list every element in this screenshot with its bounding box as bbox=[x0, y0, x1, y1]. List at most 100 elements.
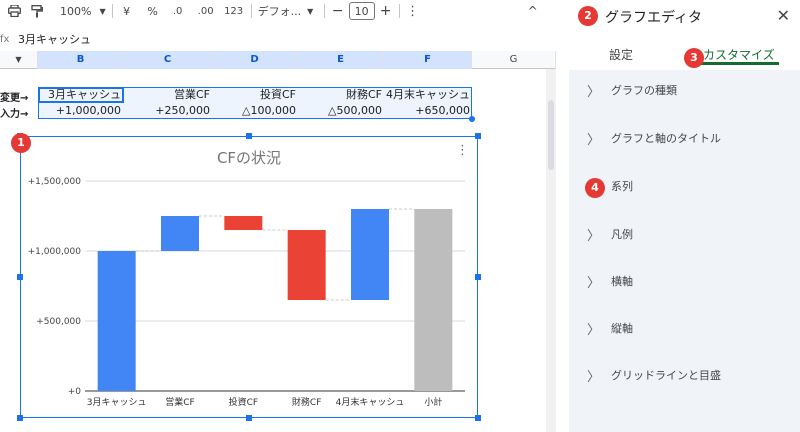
caret-down-icon: ▼ bbox=[307, 6, 314, 16]
caret-down-icon: ▼ bbox=[15, 55, 22, 64]
cell-e-header[interactable]: 財務CF bbox=[298, 87, 382, 103]
decrease-decimal-button[interactable]: .0 bbox=[167, 2, 189, 20]
paint-format-icon[interactable] bbox=[28, 2, 46, 20]
tab-customize[interactable]: カスタマイズ bbox=[703, 46, 775, 63]
formula-content[interactable]: 3月キャッシュ bbox=[18, 31, 91, 47]
section-vertical-axis[interactable]: 〉縦軸 bbox=[569, 308, 800, 348]
x-tick-label: 投資CF bbox=[229, 396, 258, 408]
cell-b-value[interactable]: +1,000,000 bbox=[38, 103, 121, 119]
section-label: グリッドラインと目盛 bbox=[611, 369, 721, 382]
section-horizontal-axis[interactable]: 〉横軸 bbox=[569, 261, 800, 301]
y-tick-label: +1,500,000 bbox=[28, 177, 82, 187]
section-label: 系列 bbox=[611, 180, 633, 193]
column-header-g[interactable]: G bbox=[472, 51, 556, 69]
zoom-select[interactable]: 100% ▼ bbox=[60, 2, 106, 20]
chevron-right-icon: 〉 bbox=[587, 228, 601, 244]
chart-bar bbox=[97, 251, 136, 391]
section-legend[interactable]: 〉凡例 bbox=[569, 214, 800, 254]
resize-handle-n[interactable] bbox=[246, 133, 252, 139]
resize-handle-e[interactable] bbox=[475, 274, 481, 280]
cell-d-value[interactable]: △100,000 bbox=[212, 103, 296, 119]
y-tick-label: +0 bbox=[68, 387, 82, 397]
chart-bar bbox=[414, 209, 453, 391]
chart-menu-icon[interactable]: ⋮ bbox=[456, 143, 469, 158]
column-header-e[interactable]: E bbox=[298, 51, 384, 69]
currency-button[interactable]: ¥ bbox=[119, 2, 135, 20]
fill-handle[interactable] bbox=[469, 116, 475, 122]
toolbar: 100% ▼ ¥ % .0 .00 123 デフォ... ▼ − 10 + ⋮ ^ bbox=[0, 0, 556, 22]
row-label-change: 変更→ bbox=[0, 93, 29, 104]
chart-bar bbox=[161, 216, 199, 251]
formula-bar: fx 3月キャッシュ bbox=[0, 30, 556, 48]
resize-handle-w[interactable] bbox=[17, 274, 23, 280]
chevron-right-icon: 〉 bbox=[587, 84, 601, 100]
section-label: 縦軸 bbox=[611, 322, 633, 335]
number-format-button[interactable]: 123 bbox=[223, 2, 245, 20]
section-label: 横軸 bbox=[611, 275, 633, 288]
chart-bar bbox=[351, 209, 389, 300]
column-headers: ▼ B C D E F G bbox=[0, 51, 556, 69]
cell-c-header[interactable]: 営業CF bbox=[124, 87, 210, 103]
cell-d-header[interactable]: 投資CF bbox=[212, 87, 296, 103]
cell-b-header[interactable]: 3月キャッシュ bbox=[38, 87, 121, 103]
caret-down-icon: ▼ bbox=[99, 6, 106, 16]
more-vert-icon[interactable]: ⋮ bbox=[406, 2, 420, 20]
column-header-d[interactable]: D bbox=[212, 51, 298, 69]
resize-handle-s[interactable] bbox=[246, 415, 252, 421]
divider bbox=[250, 4, 252, 18]
font-value: デフォ... bbox=[257, 5, 302, 18]
cell-f-value[interactable]: +650,000 bbox=[384, 103, 470, 119]
section-chart-type[interactable]: 〉グラフの種類 bbox=[569, 70, 800, 110]
cell-e-value[interactable]: △500,000 bbox=[298, 103, 382, 119]
divider bbox=[111, 4, 113, 18]
chart-bar bbox=[287, 230, 326, 300]
x-tick-label: 3月キャッシュ bbox=[87, 397, 147, 408]
x-tick-label: 営業CF bbox=[165, 396, 194, 408]
divider bbox=[398, 4, 400, 18]
font-size-decrease-button[interactable]: − bbox=[331, 2, 345, 20]
divider bbox=[323, 4, 325, 18]
section-chart-axis-titles[interactable]: 〉グラフと軸のタイトル bbox=[569, 118, 800, 158]
font-size-increase-button[interactable]: + bbox=[379, 2, 393, 20]
resize-handle-ne[interactable] bbox=[475, 133, 481, 139]
section-label: グラフの種類 bbox=[611, 84, 677, 97]
callout-badge-4: 4 bbox=[585, 178, 605, 198]
select-all-corner[interactable]: ▼ bbox=[0, 51, 38, 69]
font-size-input[interactable]: 10 bbox=[348, 2, 375, 20]
callout-badge-1: 1 bbox=[11, 133, 31, 153]
cell-f-header[interactable]: 4月末キャッシュ bbox=[384, 87, 470, 103]
section-label: 凡例 bbox=[611, 228, 633, 241]
chevron-right-icon: 〉 bbox=[587, 275, 601, 291]
column-header-b[interactable]: B bbox=[38, 51, 124, 69]
x-tick-label: 財務CF bbox=[292, 396, 321, 408]
chart-container[interactable]: CFの状況 +0 +500,000 +1,000,000 +1,500,000 3月キャッ… bbox=[20, 136, 478, 418]
callout-badge-2: 2 bbox=[578, 6, 598, 26]
tab-setup[interactable]: 設定 bbox=[609, 46, 633, 63]
fx-icon: fx bbox=[0, 33, 10, 45]
chevron-right-icon: 〉 bbox=[587, 322, 601, 338]
chart-title: CFの状況 bbox=[217, 149, 281, 167]
chevron-right-icon: 〉 bbox=[587, 369, 601, 385]
resize-handle-se[interactable] bbox=[475, 415, 481, 421]
close-icon[interactable]: ✕ bbox=[777, 6, 790, 25]
y-tick-label: +500,000 bbox=[36, 317, 81, 327]
section-gridlines-ticks[interactable]: 〉グリッドラインと目盛 bbox=[569, 355, 800, 395]
scrollbar-thumb[interactable] bbox=[548, 100, 554, 170]
chart-bar bbox=[224, 216, 263, 230]
font-select[interactable]: デフォ... ▼ bbox=[258, 2, 318, 20]
row-label-input: 入力→ bbox=[0, 109, 29, 120]
column-header-f[interactable]: F bbox=[384, 51, 472, 69]
panel-title: グラフエディタ bbox=[605, 10, 703, 26]
column-header-c[interactable]: C bbox=[124, 51, 212, 69]
print-icon[interactable] bbox=[6, 2, 22, 20]
percent-button[interactable]: % bbox=[141, 2, 165, 20]
chart-editor-panel: グラフエディタ ✕ 設定 カスタマイズ 〉グラフの種類 〉グラフと軸のタイトル … bbox=[569, 0, 800, 432]
zoom-value: 100% bbox=[60, 4, 92, 18]
y-tick-label: +1,000,000 bbox=[28, 247, 82, 257]
chevron-right-icon: 〉 bbox=[587, 132, 601, 148]
resize-handle-sw[interactable] bbox=[17, 415, 23, 421]
cell-c-value[interactable]: +250,000 bbox=[124, 103, 210, 119]
collapse-toolbar-icon[interactable]: ^ bbox=[524, 2, 542, 20]
x-tick-label: 小計 bbox=[424, 396, 442, 408]
increase-decimal-button[interactable]: .00 bbox=[193, 2, 219, 20]
